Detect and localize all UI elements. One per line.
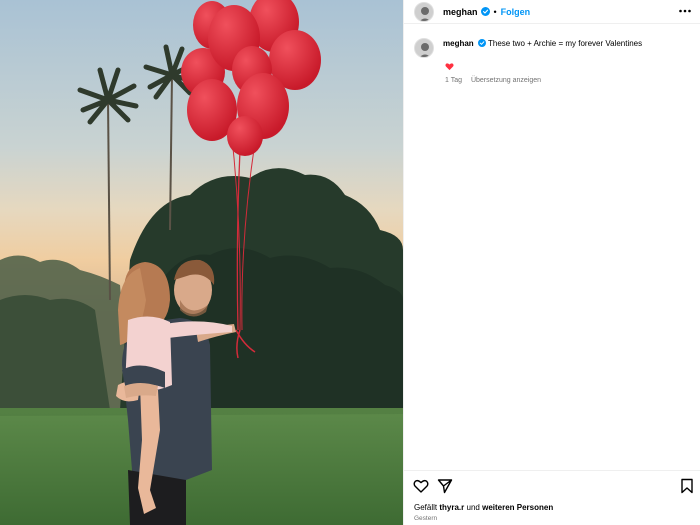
caption-username[interactable]: meghan [443, 39, 474, 48]
caption-text-block: meghan These two + Archie = my forever V… [443, 38, 642, 50]
likes-prefix: Gefällt [414, 503, 438, 512]
bookmark-icon[interactable] [679, 478, 695, 494]
avatar-image [415, 2, 433, 21]
separator-dot: • [493, 6, 497, 17]
post-photo-illustration [0, 0, 403, 525]
likes-others[interactable]: weiteren Personen [482, 503, 553, 512]
verified-badge-icon [480, 7, 490, 16]
more-options-icon[interactable] [678, 5, 692, 17]
avatar[interactable] [414, 1, 434, 22]
action-bar [404, 470, 700, 500]
heart-icon[interactable] [413, 478, 429, 494]
post-age: 1 Tag [445, 77, 462, 84]
translate-link[interactable]: Übersetzung anzeigen [471, 77, 541, 84]
caption-text: These two + Archie = my forever Valentin… [487, 39, 643, 48]
caption-avatar[interactable] [414, 38, 434, 58]
post-header: meghan • Folgen [404, 0, 700, 24]
avatar-image [415, 39, 433, 57]
post-image[interactable] [0, 0, 403, 525]
post-side-panel: meghan • Folgen meghan These two + Archi… [403, 0, 700, 525]
likes-middle: und [466, 503, 480, 512]
verified-badge-icon [477, 39, 486, 47]
send-icon[interactable] [437, 478, 453, 494]
post-username[interactable]: meghan [443, 7, 478, 17]
likes-user[interactable]: thyra.r [439, 503, 464, 512]
caption: meghan These two + Archie = my forever V… [414, 38, 694, 58]
follow-button[interactable]: Folgen [501, 7, 531, 17]
caption-meta: 1 Tag Übersetzung anzeigen [445, 77, 548, 84]
post-date: Gestern [414, 515, 438, 522]
likes-summary: Gefällt thyra.r und weiteren Personen [414, 503, 553, 512]
heart-filled-icon [445, 63, 454, 71]
